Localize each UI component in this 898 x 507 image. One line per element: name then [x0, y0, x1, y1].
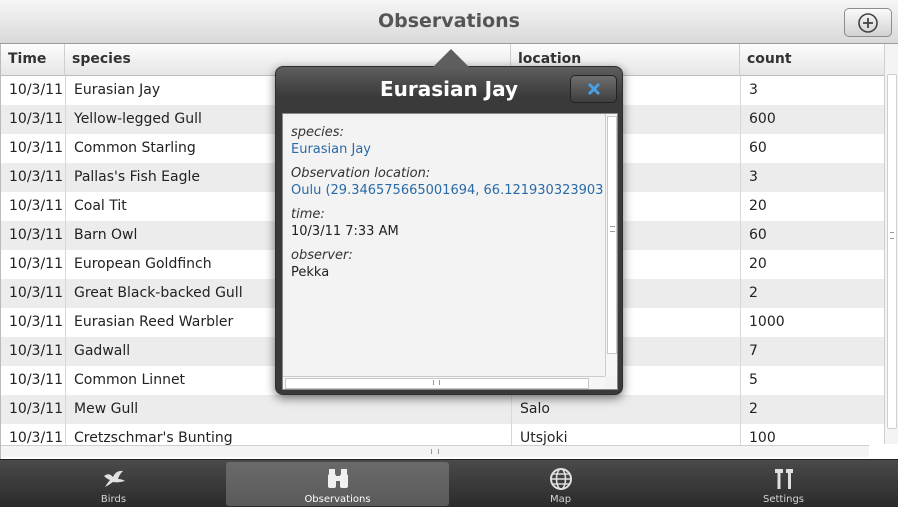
cell-time: 10/3/11 [9, 256, 63, 272]
cell-species: Mew Gull [65, 395, 511, 424]
vertical-scrollbar[interactable] [884, 44, 898, 444]
tab-observations[interactable]: Observations [226, 462, 449, 506]
location-link[interactable]: Oulu (29.346575665001694, 66.12193032390… [291, 182, 603, 199]
binoculars-icon [327, 469, 348, 488]
observation-detail-popup: Eurasian Jay species: Eurasian Jay Obser… [275, 49, 623, 395]
observer-label: observer: [291, 248, 353, 263]
species-link[interactable]: Eurasian Jay [291, 141, 603, 158]
cell-count: 7 [740, 337, 884, 366]
cell-time: 10/3/11 [9, 82, 63, 98]
cell-time: 10/3/11 [9, 314, 63, 330]
plus-circle-icon [858, 12, 878, 33]
tab-label: Birds [100, 494, 127, 505]
cell-time: 10/3/11 [9, 169, 63, 185]
cell-count: 60 [740, 221, 884, 250]
time-label: time: [291, 207, 325, 222]
cell-time: 10/3/11 [9, 372, 63, 388]
location-label: Observation location: [291, 166, 431, 181]
table-row[interactable]: 10/3/11 Mew Gull Salo 2 [1, 395, 884, 424]
tools-icon [774, 469, 793, 489]
column-header-count[interactable]: count [740, 44, 884, 76]
tab-label: Map [549, 494, 572, 505]
cell-time: 10/3/11 [9, 401, 63, 417]
scroll-grip-icon [890, 232, 894, 239]
vertical-scroll-thumb[interactable] [887, 74, 897, 429]
cell-count: 5 [740, 366, 884, 395]
scroll-grip-icon [433, 380, 440, 385]
cell-time: 10/3/11 [9, 198, 63, 214]
cell-count: 20 [740, 192, 884, 221]
cell-count: 3 [740, 163, 884, 192]
time-value: 10/3/11 7:33 AM [291, 224, 399, 239]
horizontal-scrollbar[interactable] [1, 445, 869, 457]
cell-time: 10/3/11 [9, 111, 63, 127]
bird-icon [103, 470, 125, 487]
globe-icon [549, 468, 572, 490]
tab-bar: Birds Observations Map Settings [0, 459, 898, 507]
add-observation-button[interactable] [844, 8, 892, 37]
popup-body: species: Eurasian Jay Observation locati… [282, 113, 618, 390]
tab-settings[interactable]: Settings [672, 462, 895, 506]
scroll-grip-icon [431, 449, 439, 454]
cell-count: 20 [740, 250, 884, 279]
page-title: Observations [377, 10, 520, 32]
popup-vertical-scroll-thumb[interactable] [607, 116, 617, 354]
close-popup-button[interactable] [570, 75, 617, 103]
species-label: species: [291, 125, 344, 140]
cell-count: 60 [740, 134, 884, 163]
column-header-time[interactable]: Time [1, 44, 65, 76]
close-x-icon [587, 82, 600, 96]
cell-count: 2 [740, 279, 884, 308]
header-bar: Observations [0, 0, 898, 44]
scroll-grip-icon [610, 226, 615, 232]
cell-count: 600 [740, 105, 884, 134]
cell-time: 10/3/11 [9, 227, 63, 243]
observer-value: Pekka [291, 265, 330, 280]
cell-location: Salo [511, 395, 740, 424]
cell-time: 10/3/11 [9, 343, 63, 359]
tab-label: Observations [304, 494, 371, 505]
tab-birds[interactable]: Birds [2, 462, 225, 506]
popup-vertical-scrollbar[interactable] [605, 114, 617, 376]
popup-pointer [433, 49, 469, 67]
tab-map[interactable]: Map [449, 462, 672, 506]
popup-horizontal-scrollbar[interactable] [283, 376, 605, 389]
cell-count: 1000 [740, 308, 884, 337]
app-window: Observations Time species location count… [0, 0, 898, 507]
tab-label: Settings [762, 494, 804, 505]
cell-time: 10/3/11 [9, 285, 63, 301]
cell-count: 3 [740, 76, 884, 105]
cell-time: 10/3/11 [9, 140, 63, 156]
cell-count: 2 [740, 395, 884, 424]
